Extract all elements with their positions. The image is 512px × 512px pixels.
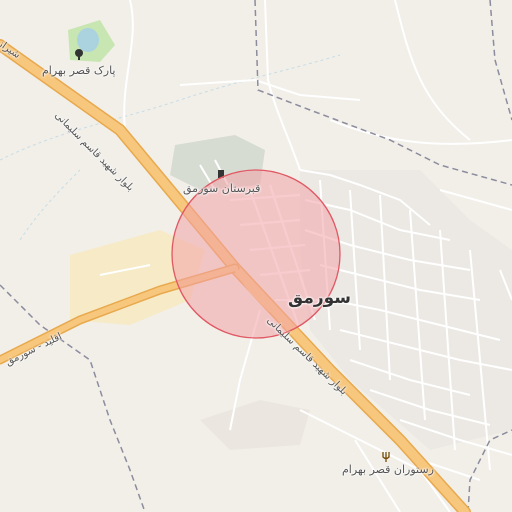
residential-area [300,170,512,450]
cemetery-label[interactable]: قبرستان سورمق [183,182,260,195]
urban-area [200,400,310,450]
town-label[interactable]: سورمق [288,288,351,308]
lake [77,28,99,52]
park-label[interactable]: پارک قصر بهرام [42,64,116,77]
restaurant-label[interactable]: رستوران قصر بهرام [342,463,434,476]
location-radius-circle [171,169,341,339]
stream-2 [19,169,81,241]
map-canvas[interactable]: پارک قصر بهرام قبرستان سورمق رستوران قصر… [0,0,512,512]
